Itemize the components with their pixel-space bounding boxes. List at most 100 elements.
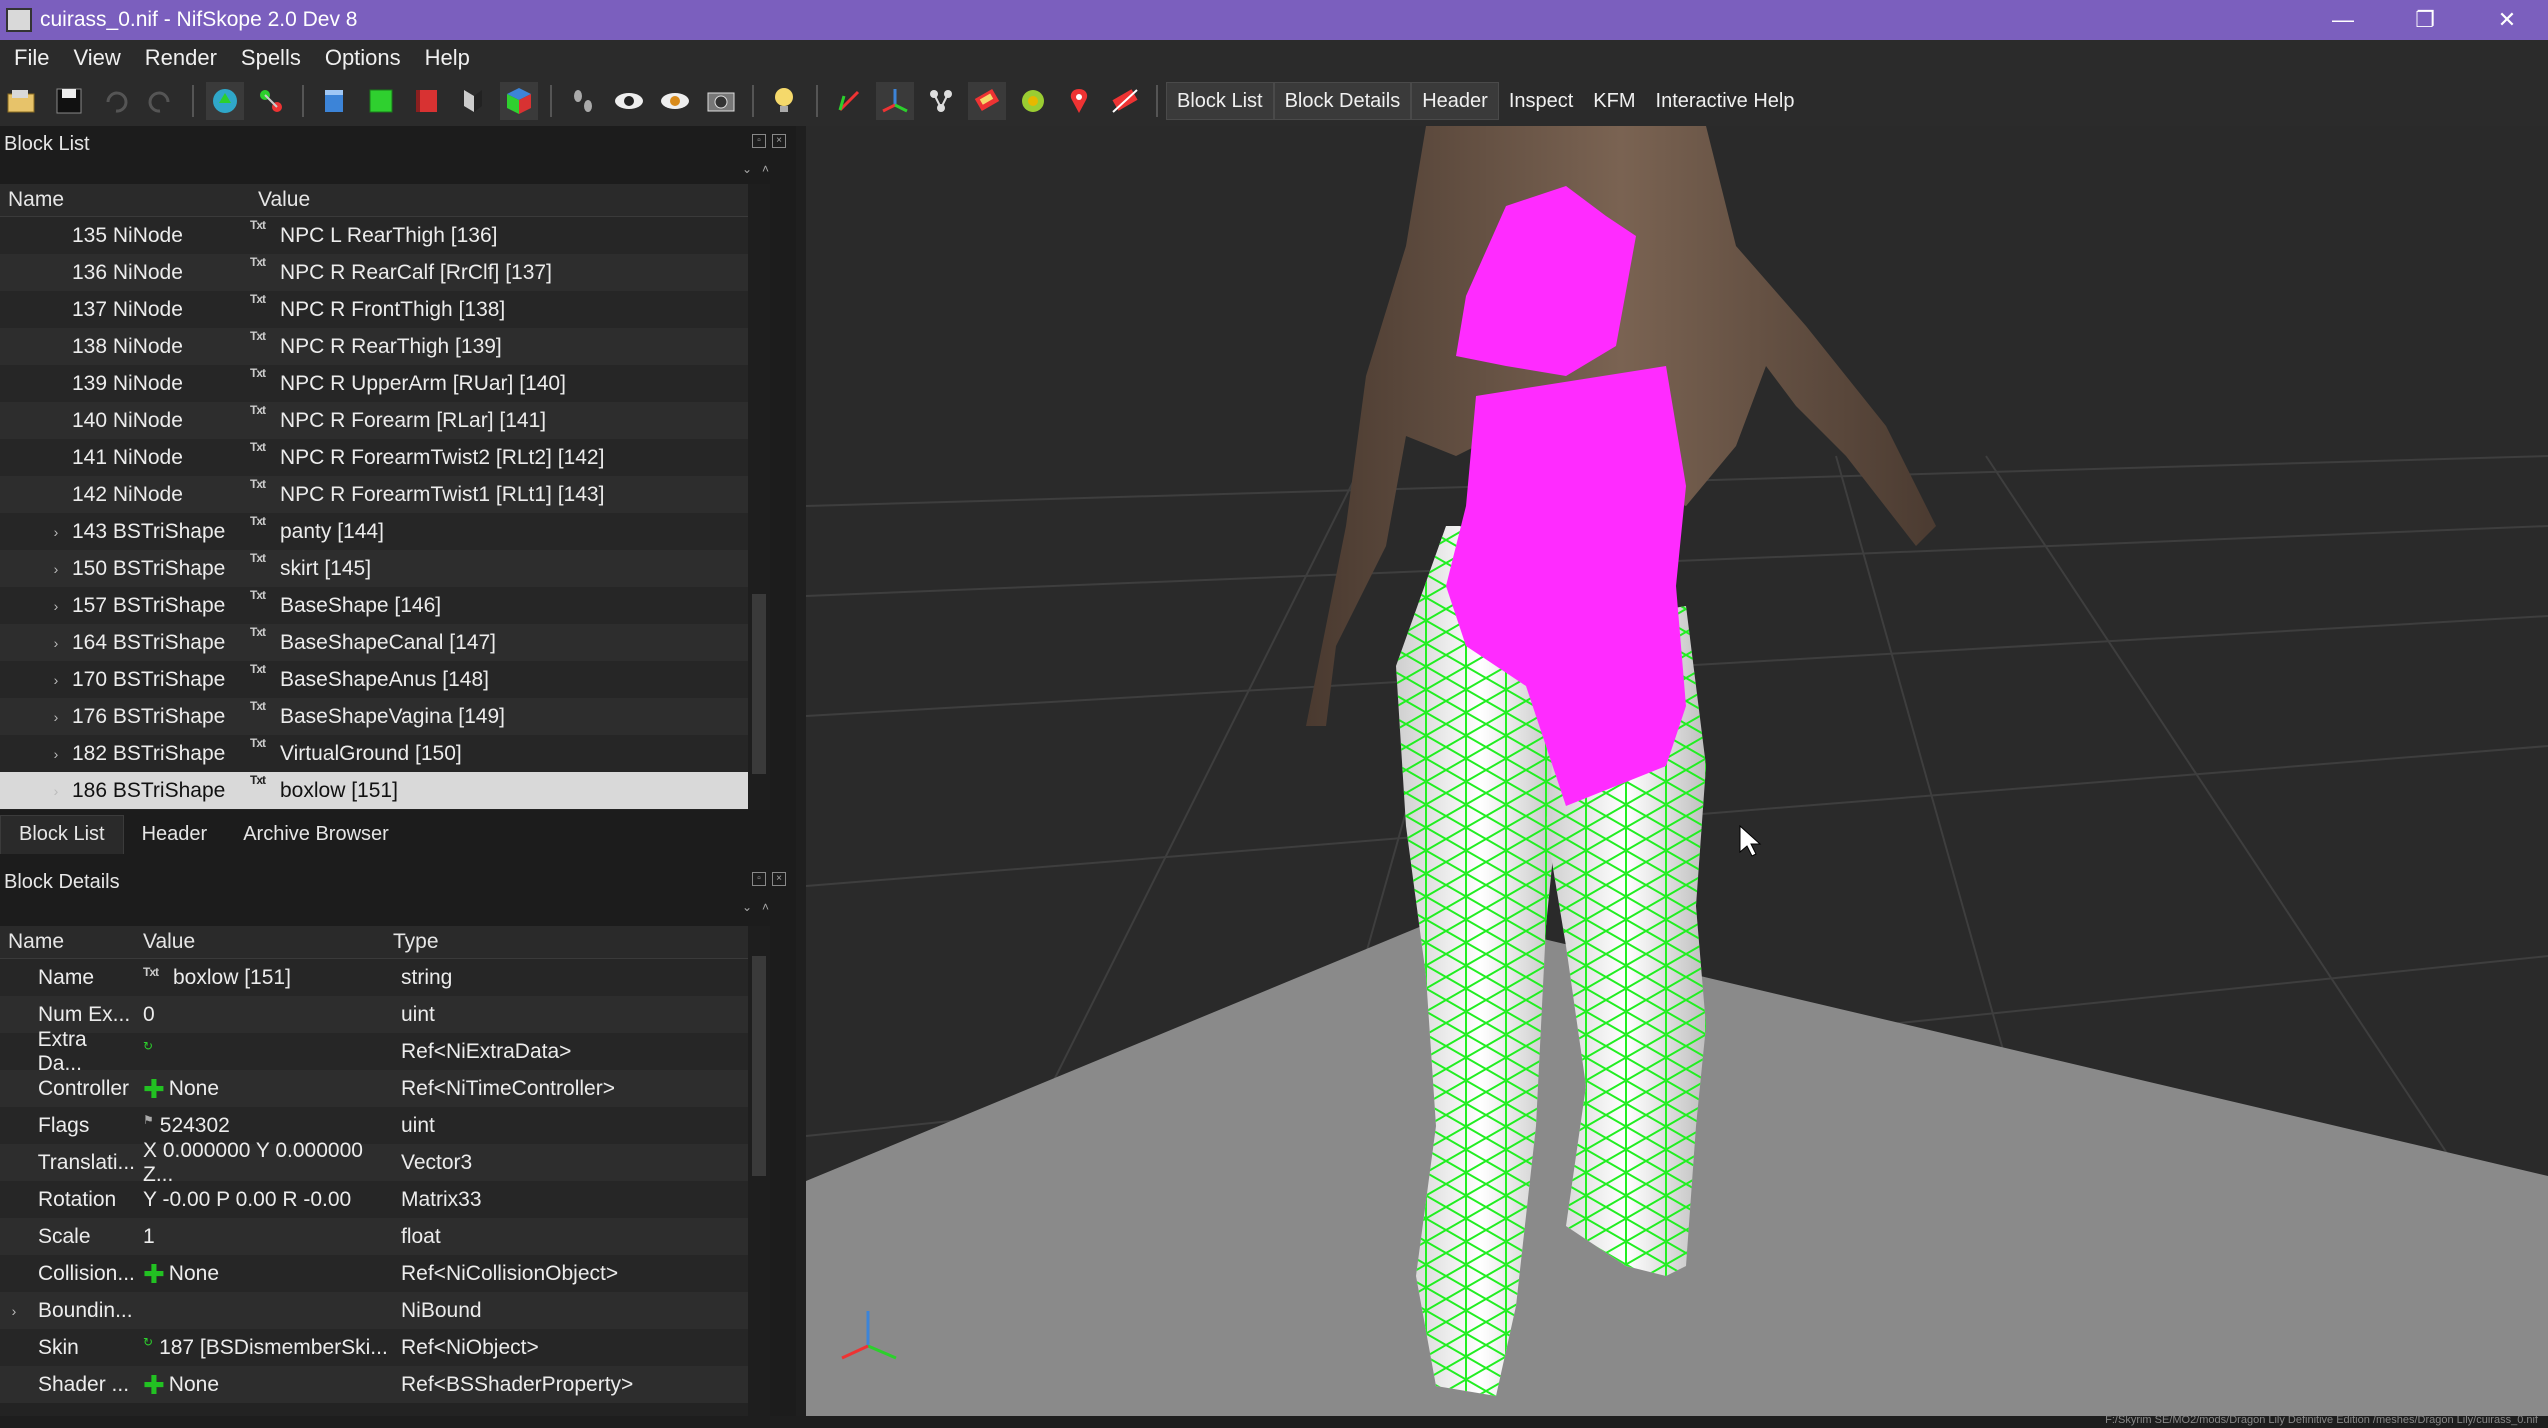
block-details-row[interactable]: Rotation Y -0.00 P 0.00 R -0.00 Matrix33	[0, 1181, 770, 1218]
menu-view[interactable]: View	[59, 45, 130, 71]
block-list-row[interactable]: › 164 BSTriShape Txt BaseShapeCanal [147]	[0, 624, 770, 661]
view-cube-icon[interactable]	[500, 82, 538, 120]
show-vertex-colors-icon[interactable]	[1106, 82, 1144, 120]
close-dock-icon[interactable]: ×	[772, 872, 786, 886]
field-value[interactable]: 0	[143, 1003, 155, 1027]
show-hidden-icon[interactable]	[610, 82, 648, 120]
tab-block-list[interactable]: Block List	[0, 814, 124, 854]
close-button[interactable]: ✕	[2466, 0, 2548, 40]
column-header-value[interactable]: Value	[250, 188, 750, 212]
block-details-row[interactable]: Translati... X 0.000000 Y 0.000000 Z... Ve…	[0, 1139, 770, 1186]
block-list-row[interactable]: › 176 BSTriShape Txt BaseShapeVagina [149]	[0, 698, 770, 735]
block-details-row[interactable]: › Boundin... NiBound	[0, 1292, 770, 1329]
lighting-icon[interactable]	[766, 82, 804, 120]
block-list-row[interactable]: › 150 BSTriShape Txt skirt [145]	[0, 550, 770, 587]
menu-file[interactable]: File	[0, 45, 59, 71]
block-list-row[interactable]: 136 NiNode Txt NPC R RearCalf [RrClf] [137…	[0, 254, 770, 291]
block-list-row[interactable]: › 170 BSTriShape Txt BaseShapeAnus [148]	[0, 661, 770, 698]
expand-arrow-icon[interactable]: ›	[46, 598, 66, 614]
column-header-name[interactable]: Name	[0, 930, 135, 954]
add-ref-icon[interactable]: ✚	[143, 1261, 165, 1287]
float-dock-icon[interactable]: ▫	[752, 134, 766, 148]
render-viewport[interactable]	[806, 126, 2548, 1416]
add-ref-icon[interactable]: ✚	[143, 1076, 165, 1102]
field-value[interactable]: None	[169, 1077, 219, 1101]
collapse-arrows-icon[interactable]: ⌄ ˄	[742, 162, 769, 176]
block-list-row[interactable]: 135 NiNode Txt NPC L RearThigh [136]	[0, 217, 770, 254]
expand-arrow-icon[interactable]: ›	[46, 783, 66, 799]
block-details-row[interactable]: Scale 1 float	[0, 1218, 770, 1255]
block-list-row[interactable]: 139 NiNode Txt NPC R UpperArm [RUar] [140]	[0, 365, 770, 402]
expand-arrow-icon[interactable]: ›	[46, 672, 66, 688]
field-value[interactable]: None	[169, 1262, 219, 1286]
block-details-row[interactable]: Name Txt boxlow [151] string	[0, 959, 770, 996]
save-file-icon[interactable]	[50, 82, 88, 120]
field-value[interactable]: 1	[143, 1225, 155, 1249]
toolbar-block-details-button[interactable]: Block Details	[1273, 82, 1412, 120]
toolbar-block-list-button[interactable]: Block List	[1166, 82, 1274, 120]
toolbar-kfm-button[interactable]: KFM	[1583, 83, 1645, 119]
open-file-icon[interactable]	[4, 82, 42, 120]
block-list-row[interactable]: › 186 BSTriShape Txt boxlow [151]	[0, 772, 770, 809]
menu-render[interactable]: Render	[131, 45, 227, 71]
toolbar-interactive-help-button[interactable]: Interactive Help	[1646, 83, 1805, 119]
field-value[interactable]: boxlow [151]	[173, 966, 291, 990]
column-header-value[interactable]: Value	[135, 930, 385, 954]
field-value[interactable]: 187 [BSDismemberSki...	[159, 1336, 388, 1360]
view-perspective-icon[interactable]	[454, 82, 492, 120]
block-list-row[interactable]: › 182 BSTriShape Txt VirtualGround [150]	[0, 735, 770, 772]
block-details-row[interactable]: Extra Da... ↻ Ref<NiExtraData>	[0, 1028, 770, 1075]
show-axes-icon[interactable]	[830, 82, 868, 120]
menu-help[interactable]: Help	[411, 45, 480, 71]
block-list-row[interactable]: 140 NiNode Txt NPC R Forearm [RLar] [141]	[0, 402, 770, 439]
show-constraints-icon[interactable]	[1014, 82, 1052, 120]
expand-arrow-icon[interactable]: ›	[46, 635, 66, 651]
view-front-icon[interactable]	[362, 82, 400, 120]
expand-arrow-icon[interactable]: ›	[46, 746, 66, 762]
select-object-icon[interactable]	[206, 82, 244, 120]
show-hidden-alt-icon[interactable]	[656, 82, 694, 120]
field-value[interactable]: 524302	[160, 1114, 230, 1138]
screenshot-icon[interactable]	[702, 82, 740, 120]
restore-button[interactable]: ❐	[2384, 0, 2466, 40]
select-vertex-icon[interactable]	[252, 82, 290, 120]
menu-spells[interactable]: Spells	[227, 45, 311, 71]
block-list-row[interactable]: › 143 BSTriShape Txt panty [144]	[0, 513, 770, 550]
block-details-row[interactable]: Controller ✚ None Ref<NiTimeController>	[0, 1070, 770, 1107]
redo-icon[interactable]	[142, 82, 180, 120]
block-details-scrollbar[interactable]	[748, 926, 770, 1416]
block-list-row[interactable]: 138 NiNode Txt NPC R RearThigh [139]	[0, 328, 770, 365]
field-value[interactable]: X 0.000000 Y 0.000000 Z...	[143, 1139, 393, 1187]
block-list-row[interactable]: 142 NiNode Txt NPC R ForearmTwist1 [RLt1] …	[0, 476, 770, 513]
expand-arrow-icon[interactable]: ›	[46, 561, 66, 577]
block-list-row[interactable]: › 157 BSTriShape Txt BaseShape [146]	[0, 587, 770, 624]
show-markers-icon[interactable]	[1060, 82, 1098, 120]
column-header-type[interactable]: Type	[385, 930, 750, 954]
expand-arrow-icon[interactable]: ›	[4, 1303, 24, 1319]
show-collision-icon[interactable]	[968, 82, 1006, 120]
toolbar-inspect-button[interactable]: Inspect	[1499, 83, 1583, 119]
show-skeleton-icon[interactable]	[922, 82, 960, 120]
menu-options[interactable]: Options	[311, 45, 411, 71]
view-top-icon[interactable]	[316, 82, 354, 120]
expand-arrow-icon[interactable]: ›	[46, 524, 66, 540]
block-details-row[interactable]: Collision... ✚ None Ref<NiCollisionObject>	[0, 1255, 770, 1292]
float-dock-icon[interactable]: ▫	[752, 872, 766, 886]
toolbar-header-button[interactable]: Header	[1411, 82, 1499, 120]
tab-archive-browser[interactable]: Archive Browser	[225, 815, 407, 853]
block-details-row[interactable]: Shader ... ✚ None Ref<BSShaderProperty>	[0, 1366, 770, 1403]
block-list-row[interactable]: 137 NiNode Txt NPC R FrontThigh [138]	[0, 291, 770, 328]
undo-icon[interactable]	[96, 82, 134, 120]
field-value[interactable]: Y -0.00 P 0.00 R -0.00	[143, 1188, 351, 1212]
tab-header[interactable]: Header	[124, 815, 226, 853]
add-ref-icon[interactable]: ✚	[143, 1372, 165, 1398]
show-nodes-icon[interactable]	[876, 82, 914, 120]
walk-mode-icon[interactable]	[564, 82, 602, 120]
expand-arrow-icon[interactable]: ›	[46, 709, 66, 725]
view-side-icon[interactable]	[408, 82, 446, 120]
minimize-button[interactable]: —	[2302, 0, 2384, 40]
field-value[interactable]: None	[169, 1373, 219, 1397]
block-details-row[interactable]: Skin ↻ 187 [BSDismemberSki... Ref<NiObject>	[0, 1329, 770, 1366]
dock-splitter[interactable]	[796, 126, 806, 1416]
close-dock-icon[interactable]: ×	[772, 134, 786, 148]
